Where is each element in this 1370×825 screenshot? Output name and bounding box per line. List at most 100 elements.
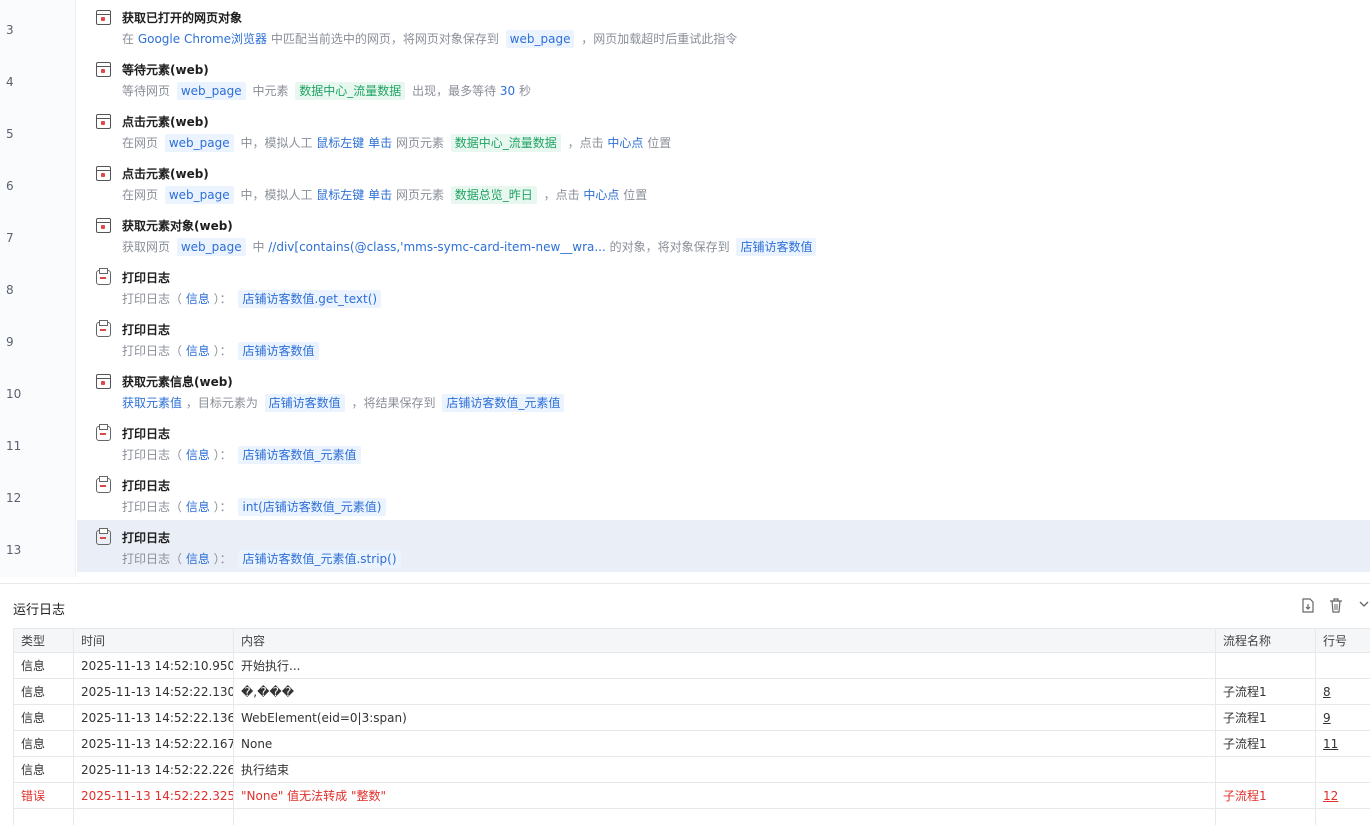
run-log-toolbar xyxy=(1300,598,1370,614)
table-row[interactable]: 信息 2025-11-13 14:52:10.950 开始执行... xyxy=(13,652,1370,679)
table-row[interactable]: 信息 2025-11-13 14:52:22.130 �,��� 子流程1 8 xyxy=(13,678,1370,705)
run-log-table: 类型 时间 内容 流程名称 行号 信息 2025-11-13 14:52:10.9… xyxy=(13,628,1370,825)
flow-step[interactable]: 6 点击元素(web) 在网页 web_page 中，模拟人工 鼠标左键 单击 网页… xyxy=(0,156,1370,208)
variable-chip[interactable]: web_page xyxy=(164,186,234,204)
step-description: 打印日志（ 信息 ）： 店铺访客数值 xyxy=(122,341,322,361)
log-flow-name-cell: 子流程1 xyxy=(1215,730,1316,757)
variable-chip[interactable]: 店铺访客数值_元素值 xyxy=(442,394,565,412)
log-content-cell: WebElement(eid=0|3:span) xyxy=(233,704,1216,731)
log-content-cell: "None" 值无法转成 "整数" xyxy=(233,782,1216,809)
param-keyword: Google Chrome浏览器 xyxy=(137,32,268,46)
description-text: ，将结果保存到 xyxy=(347,396,440,410)
column-header-type[interactable]: 类型 xyxy=(13,628,74,653)
flow-step[interactable]: 10 获取元素信息(web) 获取元素值 ，目标元素为 店铺访客数值 ，将结果保存到… xyxy=(0,364,1370,416)
param-keyword: 鼠标左键 xyxy=(316,136,365,150)
variable-chip[interactable]: 店铺访客数值_元素值.strip() xyxy=(238,550,401,568)
description-text: 的对象，将对象保存到 xyxy=(605,240,734,254)
param-keyword: 获取元素值 xyxy=(122,396,183,410)
log-line-number-cell[interactable]: 8 xyxy=(1315,678,1370,705)
variable-chip[interactable]: 店铺访客数值.get_text() xyxy=(238,290,382,308)
description-text: ）： xyxy=(209,552,236,566)
flow-step[interactable]: 13 打印日志 打印日志（ 信息 ）： 店铺访客数值_元素值.strip() xyxy=(0,520,1370,572)
column-header-time[interactable]: 时间 xyxy=(73,628,234,653)
description-text: 中，模拟人工 xyxy=(236,136,317,150)
step-line-number: 11 xyxy=(6,439,22,453)
chevron-down-icon[interactable] xyxy=(1356,598,1370,614)
table-row[interactable]: 错误 2025-11-13 14:52:22.325 "None" 值无法转成 "整… xyxy=(13,782,1370,809)
variable-chip[interactable]: 店铺访客数值 xyxy=(736,238,817,256)
step-title: 打印日志 xyxy=(122,531,171,545)
column-header-flow-name[interactable]: 流程名称 xyxy=(1215,628,1316,653)
line-number-link[interactable]: 9 xyxy=(1323,711,1331,725)
step-description: 在 Google Chrome浏览器 中匹配当前选中的网页，将网页对象保存到 w… xyxy=(122,29,737,49)
description-text: 中元素 xyxy=(248,84,293,98)
description-text: ）： xyxy=(209,500,236,514)
line-number-link[interactable]: 12 xyxy=(1323,789,1338,803)
empty-cell xyxy=(73,808,234,825)
log-type-cell: 信息 xyxy=(13,678,74,705)
log-line-number-cell[interactable]: 11 xyxy=(1315,730,1370,757)
export-icon[interactable] xyxy=(1300,598,1316,614)
flow-step[interactable]: 8 打印日志 打印日志（ 信息 ）： 店铺访客数值.get_text() xyxy=(0,260,1370,312)
empty-cell xyxy=(1315,808,1370,825)
step-description: 获取元素值 ，目标元素为 店铺访客数值 ，将结果保存到 店铺访客数值_元素值 xyxy=(122,393,567,413)
print-log-icon xyxy=(96,476,111,493)
step-title: 获取元素对象(web) xyxy=(122,219,233,233)
variable-chip[interactable]: 店铺访客数值_元素值 xyxy=(238,446,361,464)
flow-step[interactable]: 9 打印日志 打印日志（ 信息 ）： 店铺访客数值 xyxy=(0,312,1370,364)
variable-chip[interactable]: 店铺访客数值 xyxy=(264,394,345,412)
variable-chip[interactable]: web_page xyxy=(176,82,246,100)
log-flow-name-cell xyxy=(1215,756,1316,783)
log-flow-name-cell: 子流程1 xyxy=(1215,782,1316,809)
log-time-cell: 2025-11-13 14:52:22.130 xyxy=(73,678,234,705)
step-title: 打印日志 xyxy=(122,271,171,285)
column-header-line-number[interactable]: 行号 xyxy=(1315,628,1370,653)
step-line-number: 12 xyxy=(6,491,22,505)
line-number-link[interactable]: 11 xyxy=(1323,737,1338,751)
description-text: ）： xyxy=(209,344,236,358)
step-title: 获取已打开的网页对象 xyxy=(122,11,243,25)
flow-step[interactable]: 11 打印日志 打印日志（ 信息 ）： 店铺访客数值_元素值 xyxy=(0,416,1370,468)
description-text: 中匹配当前选中的网页，将网页对象保存到 xyxy=(267,32,503,46)
log-time-cell: 2025-11-13 14:52:22.226 xyxy=(73,756,234,783)
element-chip[interactable]: 数据中心_流量数据 xyxy=(295,82,406,100)
table-row[interactable]: 信息 2025-11-13 14:52:22.167 None 子流程1 11 xyxy=(13,730,1370,757)
description-text: 打印日志（ xyxy=(122,448,186,462)
variable-chip[interactable]: web_page xyxy=(164,134,234,152)
param-keyword: 信息 xyxy=(185,500,210,514)
flow-step[interactable]: 5 点击元素(web) 在网页 web_page 中，模拟人工 鼠标左键 单击 网页… xyxy=(0,104,1370,156)
param-keyword: 30 xyxy=(499,84,516,98)
wait-element-icon xyxy=(96,62,111,77)
flow-step[interactable]: 12 打印日志 打印日志（ 信息 ）： int(店铺访客数值_元素值) xyxy=(0,468,1370,520)
variable-chip[interactable]: web_page xyxy=(505,30,575,48)
log-flow-name-cell: 子流程1 xyxy=(1215,678,1316,705)
log-type-cell: 信息 xyxy=(13,704,74,731)
element-chip[interactable]: 数据总览_昨日 xyxy=(450,186,537,204)
variable-chip[interactable]: 店铺访客数值 xyxy=(238,342,319,360)
log-line-number-cell[interactable]: 12 xyxy=(1315,782,1370,809)
table-row[interactable]: 信息 2025-11-13 14:52:22.226 执行结束 xyxy=(13,756,1370,783)
log-line-number-cell[interactable] xyxy=(1315,652,1370,679)
flow-step[interactable]: 3 获取已打开的网页对象在 Google Chrome浏览器 中匹配当前选中的网页… xyxy=(0,0,1370,52)
step-line-number: 3 xyxy=(6,23,14,37)
line-number-link[interactable]: 8 xyxy=(1323,685,1331,699)
element-chip[interactable]: 数据中心_流量数据 xyxy=(450,134,561,152)
step-description: 获取网页 web_page 中 //div[contains(@class,'m… xyxy=(122,237,819,257)
flow-step[interactable]: 4 等待元素(web) 等待网页 web_page 中元素 数据中心_流量数据 出现… xyxy=(0,52,1370,104)
column-header-content[interactable]: 内容 xyxy=(233,628,1216,653)
trash-icon[interactable] xyxy=(1328,598,1344,614)
log-content-cell: None xyxy=(233,730,1216,757)
step-line-number: 9 xyxy=(6,335,14,349)
step-line-number: 5 xyxy=(6,127,14,141)
variable-chip[interactable]: int(店铺访客数值_元素值) xyxy=(238,498,386,516)
log-line-number-cell[interactable] xyxy=(1315,756,1370,783)
description-text: 出现，最多等待 xyxy=(408,84,500,98)
log-line-number-cell[interactable]: 9 xyxy=(1315,704,1370,731)
table-row[interactable]: 信息 2025-11-13 14:52:22.136 WebElement(eid=… xyxy=(13,704,1370,731)
description-text: 打印日志（ xyxy=(122,344,186,358)
param-keyword: 中心点 xyxy=(583,188,620,202)
step-line-number: 10 xyxy=(6,387,22,401)
variable-chip[interactable]: web_page xyxy=(176,238,246,256)
log-type-cell: 信息 xyxy=(13,756,74,783)
flow-step[interactable]: 7 获取元素对象(web) 获取网页 web_page 中 //div[contai… xyxy=(0,208,1370,260)
